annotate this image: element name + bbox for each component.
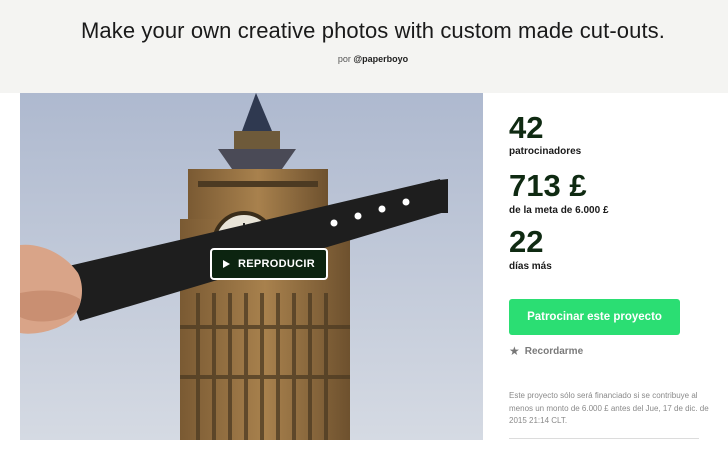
pledged-label: de la meta de 6.000 £ [509, 205, 609, 216]
sidebar-divider [509, 438, 699, 439]
backers-label: patrocinadores [509, 146, 582, 157]
backers-count: 42 [509, 110, 544, 145]
remind-me-link[interactable]: ★ Recordarme [509, 344, 583, 358]
star-icon: ★ [509, 344, 520, 358]
play-triangle-icon [223, 260, 231, 268]
byline: por @paperboyo [0, 54, 728, 64]
byline-prefix: por [337, 54, 351, 64]
days-remaining-count: 22 [509, 224, 544, 259]
play-label: REPRODUCIR [238, 258, 315, 270]
pledged-amount: 713 £ [509, 168, 587, 203]
remind-label: Recordarme [524, 345, 584, 357]
days-remaining-label: días más [509, 261, 552, 272]
back-project-button[interactable]: Patrocinar este proyecto [509, 299, 680, 335]
header-band [0, 0, 728, 93]
creator-link[interactable]: @paperboyo [353, 54, 408, 64]
play-button[interactable]: REPRODUCIR [210, 248, 328, 280]
funding-note: Este proyecto sólo será financiado si se… [509, 391, 709, 425]
project-video[interactable]: REPRODUCIR [20, 93, 483, 440]
project-title: Make your own creative photos with custo… [81, 18, 665, 43]
